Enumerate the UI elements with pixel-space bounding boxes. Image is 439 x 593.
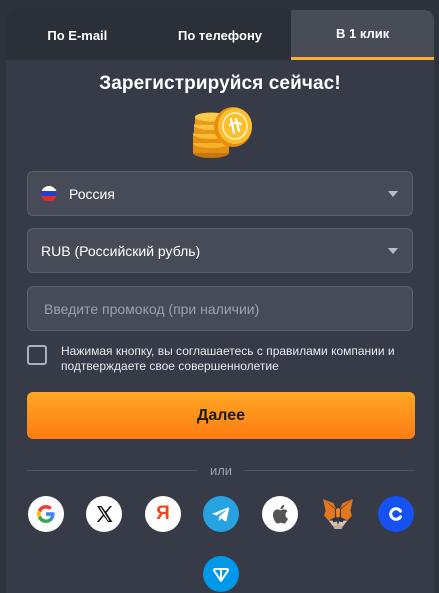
yandex-icon: Я (156, 503, 170, 524)
chevron-down-icon (388, 191, 398, 197)
or-divider: или (27, 461, 416, 479)
agreement-row: Нажимая кнопку, вы соглашаетесь с правил… (27, 344, 413, 374)
russia-flag-icon (41, 185, 57, 202)
telegram-login-button[interactable] (203, 496, 239, 532)
or-label: или (209, 462, 233, 478)
chevron-down-icon (388, 248, 398, 254)
x-icon (96, 506, 113, 522)
coinbase-icon (389, 507, 402, 521)
page-title: Зарегистрируйся сейчас! (99, 73, 341, 94)
google-login-button[interactable] (28, 496, 64, 532)
tab-email[interactable]: По E-mail (6, 10, 149, 60)
ton-login-button[interactable] (203, 556, 239, 592)
agreement-text: Нажимая кнопку, вы соглашаетесь с правил… (61, 344, 395, 374)
agreement-line-2: подтверждаете свое совершеннолетие (61, 359, 279, 373)
promo-code-input[interactable]: Введите промокод (при наличии) (27, 286, 413, 331)
x-login-button[interactable] (86, 496, 122, 532)
next-button[interactable]: Далее (27, 392, 415, 439)
promo-placeholder: Введите промокод (при наличии) (44, 300, 260, 317)
apple-login-button[interactable] (262, 496, 298, 532)
tab-phone[interactable]: По телефону (148, 10, 292, 60)
metamask-login-button[interactable] (320, 496, 356, 532)
apple-icon (273, 504, 288, 524)
tab-one-click[interactable]: В 1 клик (291, 10, 434, 60)
registration-tabs: По E-mail По телефону В 1 клик (6, 10, 434, 60)
coinbase-login-button[interactable] (378, 496, 414, 532)
yandex-login-button[interactable]: Я (145, 496, 181, 532)
google-icon (37, 505, 55, 523)
metamask-icon (323, 499, 353, 529)
currency-select[interactable]: RUB (Российский рубль) (27, 228, 413, 273)
coins-icon (193, 107, 252, 158)
registration-modal: По E-mail По телефону В 1 клик Зарегистр… (6, 10, 434, 593)
country-value: Россия (69, 185, 115, 202)
currency-value: RUB (Российский рубль) (41, 242, 201, 259)
divider-line (27, 469, 198, 471)
agreement-checkbox[interactable] (27, 345, 47, 365)
ton-icon (212, 568, 230, 582)
divider-line (244, 469, 416, 471)
agreement-line-1: Нажимая кнопку, вы соглашаетесь с правил… (61, 344, 395, 358)
country-select[interactable]: Россия (27, 171, 413, 216)
telegram-icon (212, 507, 230, 522)
